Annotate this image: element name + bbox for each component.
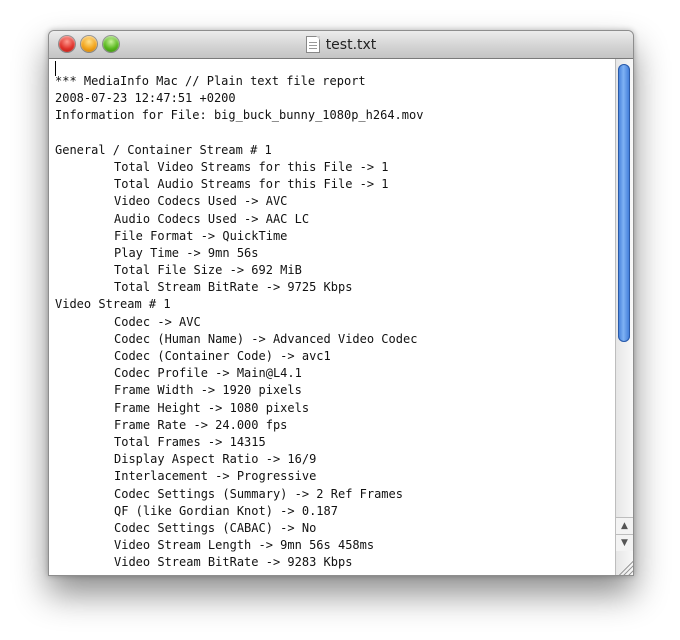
text-line: Information for File: big_buck_bunny_108… (55, 108, 424, 123)
text-line: Total Audio Streams for this File -> 1 (114, 177, 389, 192)
text-line: Codec -> AVC (114, 314, 201, 329)
text-content-area[interactable]: *** MediaInfo Mac // Plain text file rep… (49, 59, 615, 575)
text-line: Frame Rate -> 24.000 fps (114, 417, 288, 432)
text-line: Total Video Streams for this File -> 1 (114, 159, 389, 174)
text-line: Play Time -> 9mn 56s (114, 245, 259, 260)
text-line: Codec (Container Code) -> avc1 (114, 349, 331, 363)
text-line: Total Stream BitRate -> 9725 Kbps (114, 280, 353, 295)
text-line: Interlacement -> Progressive (114, 469, 317, 484)
title-bar[interactable]: test.txt (49, 31, 633, 59)
text-line: Audio Codecs Used -> AAC LC (114, 211, 310, 226)
text-line: Display Aspect Ratio -> 16/9 (114, 452, 317, 467)
text-line: File Format -> QuickTime (114, 228, 288, 243)
scroll-up-button[interactable]: ▲ (616, 517, 633, 534)
text-line: Video Stream # 1 (55, 297, 171, 312)
text-line: Frame Height -> 1080 pixels (114, 400, 310, 415)
resize-grip[interactable] (617, 559, 633, 575)
text-line: Total File Size -> 692 MiB (114, 263, 302, 278)
window-title-text: test.txt (325, 36, 377, 53)
text-line: Codec Profile -> Main@L4.1 (114, 366, 302, 381)
text-line (55, 125, 423, 142)
text-line: Video Stream BitRate -> 9283 Kbps (114, 555, 353, 570)
window-title: test.txt (49, 31, 633, 58)
scroll-down-button[interactable]: ▼ (616, 534, 633, 551)
text-line: Total Frames -> 14315 (114, 434, 266, 449)
text-line: Codec Settings (CABAC) -> No (114, 520, 317, 535)
arrow-down-icon: ▼ (621, 538, 628, 548)
text-line: Video Stream Length -> 9mn 56s 458ms (114, 538, 375, 553)
text-lines: *** MediaInfo Mac // Plain text file rep… (55, 73, 423, 571)
vertical-scrollbar[interactable]: ▲ ▼ (615, 59, 633, 575)
text-line: *** MediaInfo Mac // Plain text file rep… (55, 74, 366, 88)
text-document-icon (305, 36, 320, 53)
text-line: Frame Width -> 1920 pixels (114, 383, 302, 398)
scrollbar-thumb[interactable] (618, 64, 630, 342)
arrow-up-icon: ▲ (621, 521, 628, 531)
text-line: QF (like Gordian Knot) -> 0.187 (114, 503, 338, 518)
text-line: Codec (Human Name) -> Advanced Video Cod… (114, 331, 418, 346)
text-line: Video Codecs Used -> AVC (114, 194, 288, 209)
text-line: General / Container Stream # 1 (55, 142, 272, 157)
text-line: Codec Settings (Summary) -> 2 Ref Frames (114, 486, 403, 501)
text-editor-window: test.txt *** MediaInfo Mac // Plain text… (48, 30, 634, 576)
text-line: 2008-07-23 12:47:51 +0200 (55, 91, 236, 106)
